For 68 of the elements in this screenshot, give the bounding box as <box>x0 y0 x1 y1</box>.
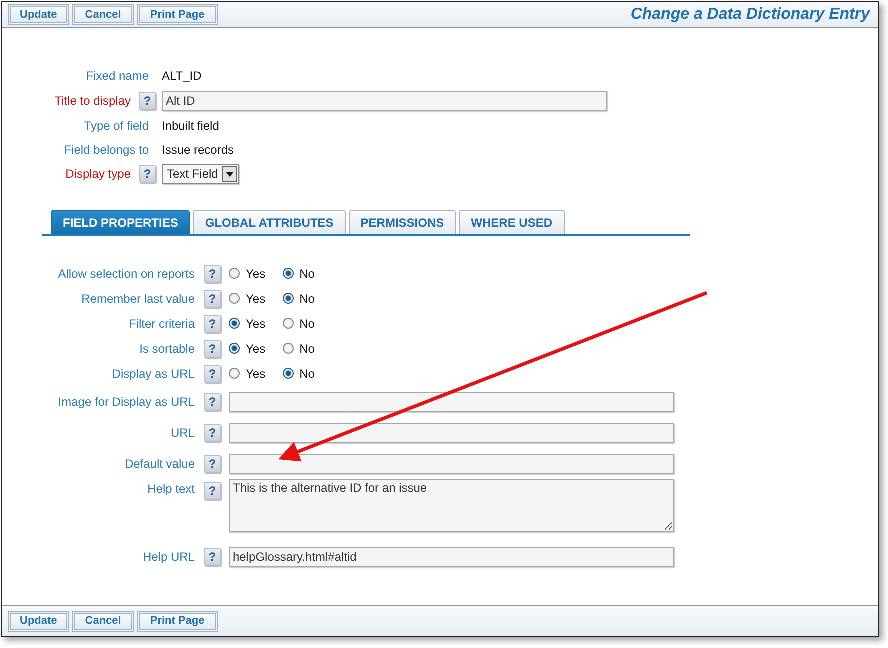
radio-button[interactable] <box>282 268 294 279</box>
field-label: Remember last value <box>80 292 195 306</box>
toolbar-button[interactable]: Cancel <box>72 610 134 632</box>
field-label: URL <box>170 426 195 440</box>
text-area[interactable]: This is the alternative ID for an issue <box>229 479 674 532</box>
field-label: Help text <box>146 482 195 496</box>
radio-button[interactable] <box>282 318 294 329</box>
field-label: Allow selection on reports <box>57 266 195 280</box>
radio-label: Yes <box>246 366 266 380</box>
toolbar-button[interactable]: Print Page <box>137 610 218 632</box>
radio-button[interactable] <box>229 368 240 379</box>
toolbar-button[interactable]: Update <box>8 4 70 25</box>
tab[interactable]: FIELD PROPERTIES <box>51 210 190 234</box>
radio-label: Yes <box>246 316 266 330</box>
radio-label: No <box>300 316 315 330</box>
help-button[interactable]: ? <box>204 482 221 500</box>
help-button[interactable]: ? <box>139 165 156 183</box>
tab[interactable]: GLOBAL ATTRIBUTES <box>193 210 346 234</box>
radio-button[interactable] <box>282 343 294 354</box>
field-label: Fixed name <box>85 68 150 85</box>
help-button[interactable]: ? <box>139 92 156 110</box>
field-label: Type of field <box>83 118 150 135</box>
help-button[interactable]: ? <box>204 264 221 282</box>
help-button[interactable]: ? <box>204 454 221 472</box>
field-label: Image for Display as URL <box>57 394 195 408</box>
toolbar-button[interactable]: Cancel <box>72 4 134 25</box>
help-button[interactable]: ? <box>204 290 221 308</box>
field-value: Issue records <box>162 143 234 157</box>
help-button[interactable]: ? <box>204 424 221 442</box>
radio-button[interactable] <box>229 343 240 354</box>
help-button[interactable]: ? <box>204 314 221 332</box>
radio-button[interactable] <box>282 368 294 379</box>
field-label: Filter criteria <box>128 316 195 330</box>
field-label: Display as URL <box>111 366 195 380</box>
tab[interactable]: WHERE USED <box>459 210 564 234</box>
help-button[interactable]: ? <box>204 392 221 410</box>
radio-label: No <box>300 342 315 356</box>
radio-button[interactable] <box>229 318 240 329</box>
text-input[interactable] <box>229 422 674 442</box>
tab[interactable]: PERMISSIONS <box>348 210 456 234</box>
field-label: Help URL <box>142 550 195 564</box>
field-value: Inbuilt field <box>162 119 220 133</box>
radio-button[interactable] <box>282 293 294 304</box>
radio-label: No <box>300 366 315 380</box>
radio-button[interactable] <box>229 268 240 279</box>
field-label: Display type <box>64 166 131 183</box>
page-title: Change a Data Dictionary Entry <box>630 6 870 24</box>
help-button[interactable]: ? <box>204 548 221 566</box>
text-input[interactable] <box>229 454 674 474</box>
toolbar-button[interactable]: Update <box>8 610 70 632</box>
help-button[interactable]: ? <box>204 340 221 358</box>
field-label: Default value <box>124 456 195 470</box>
field-label: Title to display <box>54 93 131 110</box>
radio-label: Yes <box>246 292 266 306</box>
text-input[interactable]: helpGlossary.html#altid <box>229 546 674 566</box>
field-label: Field belongs to <box>63 142 150 159</box>
toolbar-button[interactable]: Print Page <box>137 4 218 25</box>
radio-button[interactable] <box>229 293 240 304</box>
field-label: Is sortable <box>138 342 195 356</box>
radio-label: Yes <box>246 266 266 280</box>
help-button[interactable]: ? <box>204 364 221 382</box>
radio-label: Yes <box>246 342 266 356</box>
field-value: ALT_ID <box>162 69 202 83</box>
radio-label: No <box>300 266 315 280</box>
text-input[interactable]: Alt ID <box>162 91 607 111</box>
text-input[interactable] <box>229 392 674 412</box>
radio-label: No <box>300 292 315 306</box>
dropdown[interactable]: Text Field <box>162 164 240 184</box>
